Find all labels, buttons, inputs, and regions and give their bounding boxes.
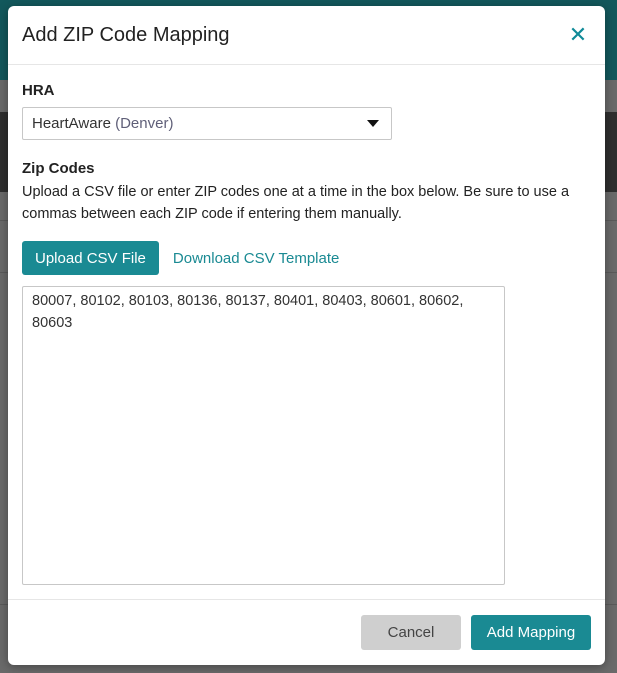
upload-csv-button[interactable]: Upload CSV File [22, 241, 159, 275]
caret-down-icon [367, 120, 379, 127]
hra-select[interactable]: HeartAware (Denver) [22, 107, 392, 140]
modal-header: Add ZIP Code Mapping ✕ [8, 6, 605, 65]
zip-codes-textarea[interactable]: 80007, 80102, 80103, 80136, 80137, 80401… [22, 286, 505, 585]
hra-name: HeartAware [32, 115, 111, 132]
hra-selected-value: HeartAware (Denver) [32, 115, 173, 132]
add-mapping-button[interactable]: Add Mapping [471, 615, 591, 650]
upload-actions: Upload CSV File Download CSV Template [22, 241, 591, 275]
close-icon[interactable]: ✕ [567, 24, 589, 46]
hra-label: HRA [22, 82, 55, 99]
add-zip-mapping-modal: Add ZIP Code Mapping ✕ HRA HeartAware (D… [8, 6, 605, 665]
zip-help-text: Upload a CSV file or enter ZIP codes one… [22, 184, 570, 222]
modal-body: HRA HeartAware (Denver) Zip Codes Upload… [8, 65, 605, 585]
modal-footer: Cancel Add Mapping [8, 599, 605, 665]
cancel-button[interactable]: Cancel [361, 615, 461, 650]
zip-codes-label: Zip Codes [22, 160, 95, 177]
hra-location: (Denver) [115, 115, 174, 132]
download-template-link[interactable]: Download CSV Template [173, 250, 339, 267]
modal-title: Add ZIP Code Mapping [22, 23, 230, 46]
